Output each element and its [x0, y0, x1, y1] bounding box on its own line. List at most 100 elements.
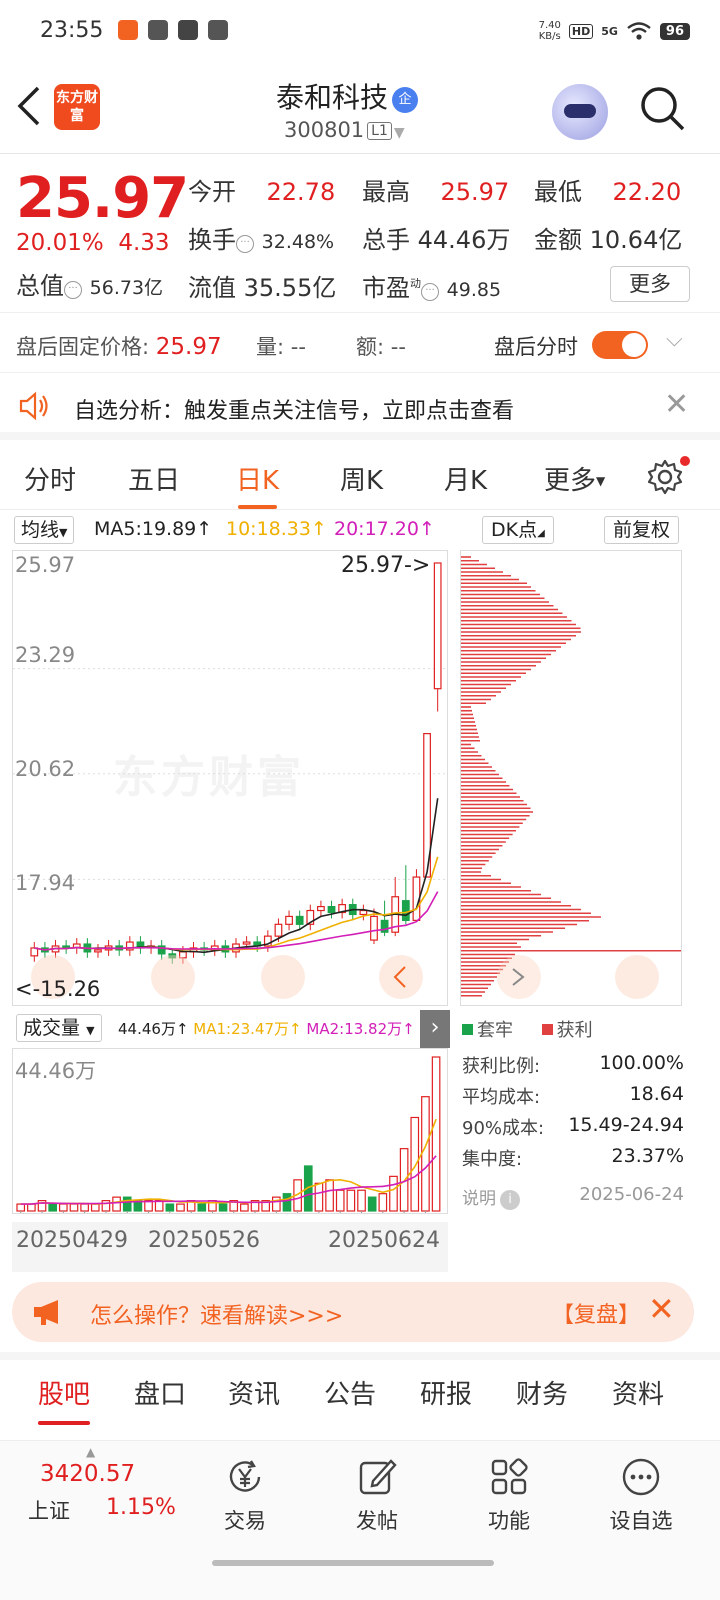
- volume-bar: [48, 1203, 58, 1212]
- corner-caret-icon: ◢: [537, 528, 545, 539]
- total-value-label: 总值: [16, 272, 64, 300]
- stat-label: 获利比例:: [462, 1056, 541, 1077]
- home-indicator[interactable]: [212, 1560, 494, 1566]
- trade-button[interactable]: 交易: [200, 1455, 290, 1535]
- tab-announcements[interactable]: 公告: [324, 1374, 376, 1411]
- stat-value: 100.00%: [599, 1052, 684, 1074]
- back-button[interactable]: [14, 84, 54, 134]
- chevron-left-icon: [17, 86, 40, 126]
- chip-legend: 套牢 获利: [462, 1016, 593, 1042]
- stat-value: 18.64: [629, 1083, 684, 1105]
- index-percent[interactable]: 1.15%: [106, 1495, 176, 1520]
- ma5-text: MA5:19.89: [94, 518, 197, 540]
- chip-distribution-chart[interactable]: [460, 550, 682, 1006]
- volume-bar: [218, 1203, 228, 1212]
- add-watchlist-button[interactable]: 设自选: [596, 1455, 686, 1535]
- volume-bar: [101, 1200, 111, 1212]
- gear-icon[interactable]: [646, 458, 684, 496]
- nav-bubble: [151, 955, 195, 999]
- change-percent: 20.01%: [16, 230, 104, 256]
- signal-icon: 5G: [601, 24, 618, 38]
- notice-bar[interactable]: 自选分析：触发重点关注信号，立即点击查看 ✕: [0, 372, 720, 440]
- close-icon[interactable]: ✕: [648, 1290, 675, 1328]
- volume-bar: [335, 1189, 345, 1212]
- legend-trapped: 套牢: [477, 1020, 513, 1041]
- amount-label: 金额: [534, 226, 582, 254]
- tab-weekly-k[interactable]: 周K: [340, 460, 383, 497]
- pe-ratio[interactable]: 市盈动··· 49.85: [362, 268, 501, 303]
- kline-chart[interactable]: 东方财富 25.97 23.29 20.62 17.94 25.97-> <-1…: [12, 550, 448, 1006]
- stock-code-selector[interactable]: 300801 L1 ▼: [284, 118, 405, 142]
- stock-name-text: 泰和科技: [276, 81, 389, 114]
- tab-research[interactable]: 研报: [420, 1374, 472, 1411]
- ah-vol-label: 量:: [256, 335, 285, 359]
- post-button[interactable]: 发帖: [332, 1455, 422, 1535]
- turnover-rate[interactable]: 换手 ··· 32.48%: [188, 220, 334, 255]
- volume-bar: [282, 1193, 292, 1212]
- tab-guba[interactable]: 股吧: [38, 1374, 91, 1425]
- ah-amt-value: --: [390, 335, 406, 359]
- net-speed: 7.40 KB/s: [539, 20, 561, 42]
- high-price: 最高 25.97: [362, 172, 509, 207]
- tab-intraday[interactable]: 分时: [24, 460, 76, 497]
- index-name[interactable]: 上证: [28, 1495, 70, 1525]
- total-value[interactable]: 总值 ··· 56.73亿: [16, 266, 163, 301]
- tab-more[interactable]: 更多▼: [544, 460, 605, 497]
- tab-finance[interactable]: 财务: [516, 1374, 568, 1411]
- chip-stat-row: 90%成本: 15.49-24.94: [462, 1114, 684, 1145]
- kline-plot: [13, 562, 447, 999]
- dk-label: DK点: [491, 519, 538, 541]
- tab-daily-k[interactable]: 日K: [236, 460, 279, 509]
- app-notification-icon: [118, 20, 138, 40]
- nav-bubble: [379, 955, 423, 999]
- open-price: 今开 22.78: [188, 172, 335, 207]
- functions-button[interactable]: 功能: [464, 1455, 554, 1535]
- candle-body: [295, 915, 304, 925]
- ai-assistant-avatar[interactable]: [552, 84, 608, 140]
- more-button[interactable]: 更多: [610, 266, 690, 302]
- speaker-icon: [19, 391, 48, 421]
- stat-label: 平均成本:: [462, 1087, 541, 1108]
- tab-news[interactable]: 资讯: [228, 1374, 280, 1411]
- camera-notification-icon: [208, 20, 228, 40]
- volume-selector[interactable]: 成交量 ▼: [16, 1014, 102, 1042]
- volume-bar: [346, 1189, 356, 1212]
- tab-monthly-k[interactable]: 月K: [444, 460, 487, 497]
- after-hours-bar: 盘后固定价格: 25.97 量: -- 额: -- 盘后分时 ⌵: [0, 312, 720, 372]
- chip-stat-row: 获利比例: 100.00%: [462, 1052, 684, 1083]
- low-marker: <-15.26: [15, 977, 101, 1001]
- bottom-dock: ▲ 3420.57 上证 1.15% 交易 发帖 功能 设自选: [0, 1440, 720, 1600]
- chip-explain[interactable]: 说明 i: [462, 1184, 520, 1210]
- float-value-amount: 35.55亿: [243, 274, 337, 302]
- volume-ma-line: [20, 1118, 437, 1205]
- chevron-down-icon[interactable]: ⌵: [666, 327, 683, 352]
- adjust-button[interactable]: 前复权: [604, 516, 680, 544]
- date-label: 20250526: [148, 1228, 260, 1253]
- index-value[interactable]: 3420.57: [40, 1461, 135, 1487]
- tab-profile[interactable]: 资料: [612, 1374, 664, 1411]
- close-icon[interactable]: ✕: [664, 387, 689, 422]
- ma-selector[interactable]: 均线▼: [14, 516, 75, 544]
- dock-label: 设自选: [609, 1509, 673, 1533]
- change-amount: 4.33: [118, 230, 170, 256]
- volume-chart[interactable]: 44.46万: [12, 1048, 448, 1214]
- fixed-price-value: 25.97: [155, 334, 222, 360]
- tab-pankou[interactable]: 盘口: [134, 1374, 186, 1411]
- dk-point-button[interactable]: DK点◢: [482, 516, 554, 544]
- volume-bar: [421, 1096, 430, 1212]
- brand-logo[interactable]: 东方财富: [54, 84, 100, 130]
- review-link[interactable]: 【复盘】: [552, 1297, 640, 1329]
- candle-body: [327, 905, 336, 914]
- promo-banner[interactable]: 怎么操作？速看解读>>> 【复盘】 ✕: [12, 1282, 694, 1342]
- volume-current: 44.46万: [118, 1020, 176, 1038]
- tab-five-day[interactable]: 五日: [128, 460, 180, 497]
- date-label: 20250429: [16, 1228, 128, 1253]
- y-tick-label: 25.97: [15, 553, 76, 577]
- after-hours-toggle[interactable]: [592, 331, 648, 359]
- hd-icon: HD: [568, 23, 594, 39]
- search-button[interactable]: [638, 84, 688, 134]
- volume-bar: [58, 1203, 68, 1212]
- ma10-text: 10:18.33: [226, 518, 311, 540]
- chevron-right-icon[interactable]: ›: [420, 1010, 450, 1048]
- caret-down-icon: ▼: [86, 1024, 95, 1037]
